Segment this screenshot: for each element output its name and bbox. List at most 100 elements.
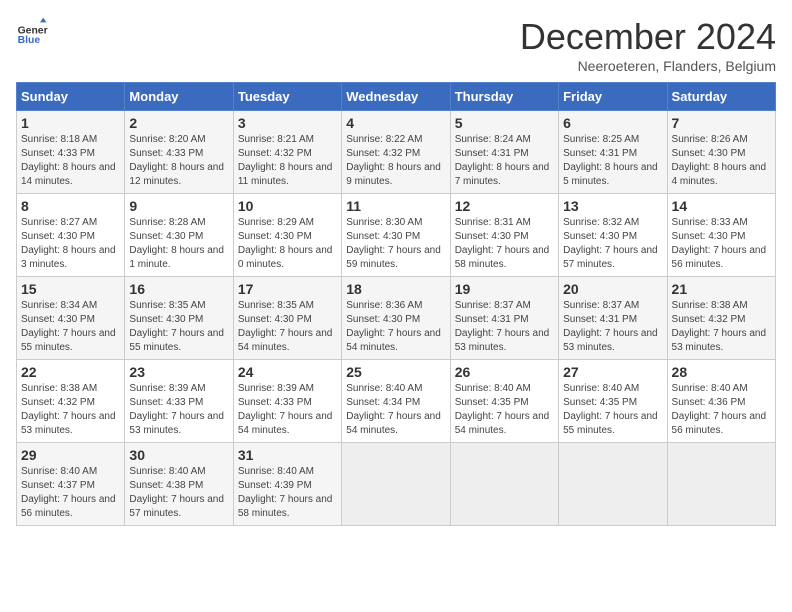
weekday-header-friday: Friday [559, 83, 667, 111]
day-info: Sunrise: 8:40 AM Sunset: 4:39 PM Dayligh… [238, 465, 337, 521]
day-info: Sunrise: 8:40 AM Sunset: 4:34 PM Dayligh… [346, 382, 445, 438]
weekday-header-saturday: Saturday [667, 83, 775, 111]
day-info: Sunrise: 8:25 AM Sunset: 4:31 PM Dayligh… [563, 133, 662, 189]
day-info: Sunrise: 8:39 AM Sunset: 4:33 PM Dayligh… [238, 382, 337, 438]
day-number: 10 [238, 198, 337, 214]
day-cell-21: 21 Sunrise: 8:38 AM Sunset: 4:32 PM Dayl… [667, 277, 775, 360]
day-cell-6: 6 Sunrise: 8:25 AM Sunset: 4:31 PM Dayli… [559, 111, 667, 194]
day-cell-17: 17 Sunrise: 8:35 AM Sunset: 4:30 PM Dayl… [233, 277, 341, 360]
day-cell-19: 19 Sunrise: 8:37 AM Sunset: 4:31 PM Dayl… [450, 277, 558, 360]
day-number: 1 [21, 115, 120, 131]
day-info: Sunrise: 8:40 AM Sunset: 4:36 PM Dayligh… [672, 382, 771, 438]
day-number: 25 [346, 364, 445, 380]
day-cell-13: 13 Sunrise: 8:32 AM Sunset: 4:30 PM Dayl… [559, 194, 667, 277]
day-cell-empty [450, 443, 558, 526]
day-number: 13 [563, 198, 662, 214]
day-info: Sunrise: 8:22 AM Sunset: 4:32 PM Dayligh… [346, 133, 445, 189]
day-cell-empty [342, 443, 450, 526]
day-cell-5: 5 Sunrise: 8:24 AM Sunset: 4:31 PM Dayli… [450, 111, 558, 194]
day-number: 7 [672, 115, 771, 131]
day-info: Sunrise: 8:21 AM Sunset: 4:32 PM Dayligh… [238, 133, 337, 189]
day-cell-30: 30 Sunrise: 8:40 AM Sunset: 4:38 PM Dayl… [125, 443, 233, 526]
svg-text:Blue: Blue [18, 35, 41, 46]
calendar-table: SundayMondayTuesdayWednesdayThursdayFrid… [16, 82, 776, 526]
day-number: 28 [672, 364, 771, 380]
day-info: Sunrise: 8:34 AM Sunset: 4:30 PM Dayligh… [21, 299, 120, 355]
day-info: Sunrise: 8:26 AM Sunset: 4:30 PM Dayligh… [672, 133, 771, 189]
day-number: 8 [21, 198, 120, 214]
day-cell-16: 16 Sunrise: 8:35 AM Sunset: 4:30 PM Dayl… [125, 277, 233, 360]
week-row-4: 22 Sunrise: 8:38 AM Sunset: 4:32 PM Dayl… [17, 360, 776, 443]
day-info: Sunrise: 8:40 AM Sunset: 4:35 PM Dayligh… [455, 382, 554, 438]
day-info: Sunrise: 8:24 AM Sunset: 4:31 PM Dayligh… [455, 133, 554, 189]
day-cell-25: 25 Sunrise: 8:40 AM Sunset: 4:34 PM Dayl… [342, 360, 450, 443]
weekday-header-thursday: Thursday [450, 83, 558, 111]
day-info: Sunrise: 8:40 AM Sunset: 4:37 PM Dayligh… [21, 465, 120, 521]
day-info: Sunrise: 8:18 AM Sunset: 4:33 PM Dayligh… [21, 133, 120, 189]
weekday-header-row: SundayMondayTuesdayWednesdayThursdayFrid… [17, 83, 776, 111]
day-cell-empty [667, 443, 775, 526]
week-row-5: 29 Sunrise: 8:40 AM Sunset: 4:37 PM Dayl… [17, 443, 776, 526]
day-number: 24 [238, 364, 337, 380]
day-cell-22: 22 Sunrise: 8:38 AM Sunset: 4:32 PM Dayl… [17, 360, 125, 443]
day-info: Sunrise: 8:27 AM Sunset: 4:30 PM Dayligh… [21, 216, 120, 272]
day-info: Sunrise: 8:38 AM Sunset: 4:32 PM Dayligh… [672, 299, 771, 355]
day-number: 2 [129, 115, 228, 131]
day-cell-3: 3 Sunrise: 8:21 AM Sunset: 4:32 PM Dayli… [233, 111, 341, 194]
day-cell-18: 18 Sunrise: 8:36 AM Sunset: 4:30 PM Dayl… [342, 277, 450, 360]
day-cell-10: 10 Sunrise: 8:29 AM Sunset: 4:30 PM Dayl… [233, 194, 341, 277]
day-info: Sunrise: 8:37 AM Sunset: 4:31 PM Dayligh… [563, 299, 662, 355]
day-info: Sunrise: 8:35 AM Sunset: 4:30 PM Dayligh… [129, 299, 228, 355]
day-cell-29: 29 Sunrise: 8:40 AM Sunset: 4:37 PM Dayl… [17, 443, 125, 526]
day-cell-15: 15 Sunrise: 8:34 AM Sunset: 4:30 PM Dayl… [17, 277, 125, 360]
day-number: 21 [672, 281, 771, 297]
day-number: 30 [129, 447, 228, 463]
weekday-header-monday: Monday [125, 83, 233, 111]
title-area: December 2024 Neeroeteren, Flanders, Bel… [520, 16, 776, 74]
day-cell-9: 9 Sunrise: 8:28 AM Sunset: 4:30 PM Dayli… [125, 194, 233, 277]
day-number: 31 [238, 447, 337, 463]
day-number: 26 [455, 364, 554, 380]
day-cell-2: 2 Sunrise: 8:20 AM Sunset: 4:33 PM Dayli… [125, 111, 233, 194]
day-number: 9 [129, 198, 228, 214]
day-info: Sunrise: 8:32 AM Sunset: 4:30 PM Dayligh… [563, 216, 662, 272]
day-cell-20: 20 Sunrise: 8:37 AM Sunset: 4:31 PM Dayl… [559, 277, 667, 360]
day-number: 15 [21, 281, 120, 297]
day-number: 29 [21, 447, 120, 463]
day-cell-28: 28 Sunrise: 8:40 AM Sunset: 4:36 PM Dayl… [667, 360, 775, 443]
day-number: 19 [455, 281, 554, 297]
day-info: Sunrise: 8:38 AM Sunset: 4:32 PM Dayligh… [21, 382, 120, 438]
weekday-header-sunday: Sunday [17, 83, 125, 111]
day-number: 17 [238, 281, 337, 297]
subtitle: Neeroeteren, Flanders, Belgium [520, 58, 776, 74]
day-info: Sunrise: 8:35 AM Sunset: 4:30 PM Dayligh… [238, 299, 337, 355]
day-number: 27 [563, 364, 662, 380]
weekday-header-tuesday: Tuesday [233, 83, 341, 111]
day-cell-24: 24 Sunrise: 8:39 AM Sunset: 4:33 PM Dayl… [233, 360, 341, 443]
day-info: Sunrise: 8:31 AM Sunset: 4:30 PM Dayligh… [455, 216, 554, 272]
day-number: 14 [672, 198, 771, 214]
day-number: 12 [455, 198, 554, 214]
day-number: 18 [346, 281, 445, 297]
day-number: 22 [21, 364, 120, 380]
day-number: 11 [346, 198, 445, 214]
day-number: 3 [238, 115, 337, 131]
week-row-2: 8 Sunrise: 8:27 AM Sunset: 4:30 PM Dayli… [17, 194, 776, 277]
day-info: Sunrise: 8:40 AM Sunset: 4:35 PM Dayligh… [563, 382, 662, 438]
day-number: 20 [563, 281, 662, 297]
day-info: Sunrise: 8:29 AM Sunset: 4:30 PM Dayligh… [238, 216, 337, 272]
day-cell-31: 31 Sunrise: 8:40 AM Sunset: 4:39 PM Dayl… [233, 443, 341, 526]
day-cell-7: 7 Sunrise: 8:26 AM Sunset: 4:30 PM Dayli… [667, 111, 775, 194]
day-info: Sunrise: 8:39 AM Sunset: 4:33 PM Dayligh… [129, 382, 228, 438]
day-number: 16 [129, 281, 228, 297]
day-info: Sunrise: 8:33 AM Sunset: 4:30 PM Dayligh… [672, 216, 771, 272]
day-info: Sunrise: 8:37 AM Sunset: 4:31 PM Dayligh… [455, 299, 554, 355]
logo-icon: General Blue [16, 16, 48, 48]
day-number: 4 [346, 115, 445, 131]
day-info: Sunrise: 8:30 AM Sunset: 4:30 PM Dayligh… [346, 216, 445, 272]
day-cell-27: 27 Sunrise: 8:40 AM Sunset: 4:35 PM Dayl… [559, 360, 667, 443]
month-title: December 2024 [520, 16, 776, 58]
day-cell-14: 14 Sunrise: 8:33 AM Sunset: 4:30 PM Dayl… [667, 194, 775, 277]
day-cell-12: 12 Sunrise: 8:31 AM Sunset: 4:30 PM Dayl… [450, 194, 558, 277]
week-row-3: 15 Sunrise: 8:34 AM Sunset: 4:30 PM Dayl… [17, 277, 776, 360]
